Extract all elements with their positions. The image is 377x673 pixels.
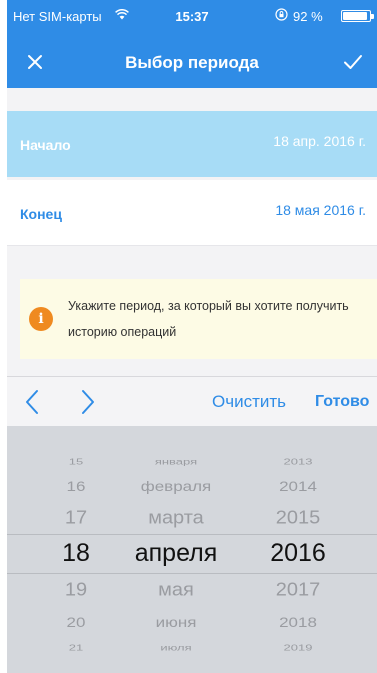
picker-year: 2015 — [275, 507, 321, 529]
picker-row[interactable]: 20 июня 2018 — [7, 615, 377, 632]
chevron-left-icon — [26, 390, 38, 414]
previous-field-button[interactable] — [21, 388, 45, 416]
picker-month: марта — [148, 507, 204, 529]
picker-row[interactable]: 16 февраля 2014 — [7, 479, 377, 496]
picker-day: 20 — [66, 614, 86, 631]
checkmark-icon — [344, 55, 362, 69]
info-notice: i Укажите период, за который вы хотите п… — [20, 279, 377, 359]
battery-icon — [341, 10, 374, 22]
period-end-value: 18 мая 2016 г. — [275, 202, 366, 218]
status-bar: Нет SIM-карты 15:37 92 % — [7, 0, 377, 32]
picker-year: 2016 — [270, 539, 326, 567]
period-start-value: 18 апр. 2016 г. — [273, 133, 366, 149]
picker-day: 17 — [64, 507, 88, 529]
chevron-right-icon — [82, 390, 94, 414]
picker-year: 2017 — [275, 579, 321, 601]
period-start-label: Начало — [20, 137, 71, 153]
picker-row[interactable]: 19 мая 2017 — [7, 580, 377, 602]
picker-day: 19 — [64, 579, 88, 601]
picker-day: 15 — [68, 457, 84, 467]
info-text-line-2: историю операций — [68, 325, 177, 339]
picker-year: 2018 — [279, 614, 317, 631]
orientation-lock-icon — [275, 8, 288, 24]
picker-row[interactable]: 21 июля 2019 — [7, 643, 377, 653]
navbar: Выбор периода — [7, 40, 377, 84]
period-end-label: Конец — [20, 206, 62, 222]
picker-row[interactable]: 17 марта 2015 — [7, 508, 377, 530]
picker-year: 2014 — [279, 478, 317, 495]
confirm-button[interactable] — [337, 46, 369, 78]
period-end-row[interactable]: Конец 18 мая 2016 г. — [7, 180, 377, 246]
picker-day: 18 — [62, 539, 90, 567]
battery-fill — [343, 12, 367, 20]
picker-month: июня — [155, 614, 197, 631]
period-start-row[interactable]: Начало 18 апр. 2016 г. — [7, 111, 377, 177]
picker-month: апреля — [134, 539, 218, 567]
page-title: Выбор периода — [125, 53, 259, 72]
next-field-button[interactable] — [75, 388, 99, 416]
battery-nub — [371, 14, 374, 19]
picker-day: 21 — [68, 643, 84, 653]
date-picker[interactable]: 15 января 2013 16 февраля 2014 17 марта 2015 18 ап… — [7, 426, 377, 673]
picker-month: февраля — [140, 478, 212, 495]
picker-month: мая — [158, 579, 194, 601]
picker-row[interactable]: 15 января 2013 — [7, 457, 377, 467]
picker-year: 2019 — [283, 643, 313, 653]
picker-month: января — [154, 457, 198, 467]
info-icon: i — [29, 307, 53, 331]
picker-year: 2013 — [283, 457, 313, 467]
battery-percent: 92 % — [293, 9, 323, 24]
info-text-line-1: Укажите период, за который вы хотите пол… — [68, 299, 349, 313]
picker-month: июля — [160, 643, 192, 653]
picker-day: 16 — [66, 478, 86, 495]
clear-button[interactable]: Очистить — [212, 392, 286, 412]
header: Нет SIM-карты 15:37 92 % Выбор периода — [7, 0, 377, 88]
done-button[interactable]: Готово — [315, 393, 369, 411]
screen: Нет SIM-карты 15:37 92 % Выбор периода Н… — [7, 0, 377, 673]
info-text: Укажите период, за который вы хотите пол… — [68, 293, 368, 345]
picker-row-selected[interactable]: 18 апреля 2016 — [7, 539, 377, 569]
picker-toolbar: Очистить Готово — [7, 376, 377, 426]
